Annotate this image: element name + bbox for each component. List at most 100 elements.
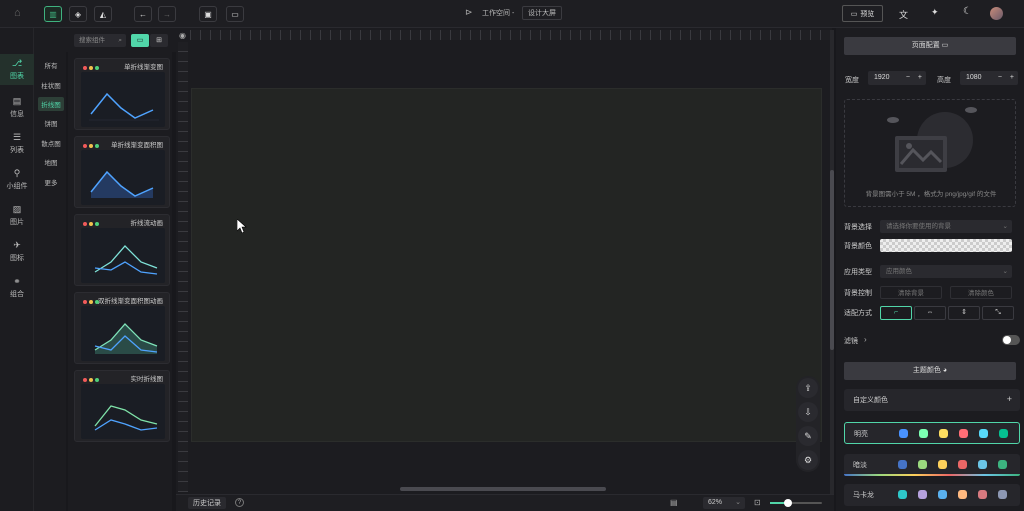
minimap-icon[interactable]: ▤ <box>670 498 678 507</box>
vertical-scrollbar[interactable] <box>830 30 834 510</box>
eye-icon[interactable]: ◉ <box>179 31 186 40</box>
plus-icon[interactable]: + <box>918 71 922 85</box>
fit-width-button[interactable]: ⇔ <box>914 306 946 320</box>
export-button[interactable]: ⇩ <box>798 402 818 422</box>
add-color-icon[interactable]: + <box>1007 394 1012 404</box>
bg-control-label: 背景控制 <box>844 290 872 297</box>
category-all[interactable]: 所有 <box>38 58 64 72</box>
component-card[interactable]: 折线流动画 <box>74 214 170 286</box>
card-title: 双折线渐变面积图动画 <box>98 298 163 305</box>
view-grid-button[interactable]: ⊞ <box>150 34 168 47</box>
view-single-button[interactable]: ▭ <box>131 34 149 47</box>
apply-type-select[interactable]: 应用颜色 ⌄ <box>880 265 1012 278</box>
component-card[interactable]: 双折线渐变面积图动画 <box>74 292 170 364</box>
zoom-slider-handle[interactable] <box>784 499 792 507</box>
component-card[interactable]: 实时折线图 <box>74 370 170 442</box>
filter-label[interactable]: 滤镜 <box>844 336 858 346</box>
sidebar-item-icons[interactable]: ✈ 图标 <box>0 240 34 263</box>
theme-color-tab[interactable]: 主题颜色 ◕ <box>844 362 1016 380</box>
layers-button[interactable]: ◈ <box>69 6 87 22</box>
width-input[interactable]: 1920 − + <box>868 71 926 85</box>
zoom-select[interactable]: 62% ⌄ <box>703 497 745 509</box>
fit-scale-button[interactable]: ⌐ <box>880 306 912 320</box>
breadcrumb-workspace[interactable]: 工作空间 - <box>482 8 514 18</box>
sidebar-item-images[interactable]: ▨ 图片 <box>0 204 34 227</box>
avatar[interactable] <box>990 7 1003 20</box>
fit-full-button[interactable]: ⤡ <box>982 306 1014 320</box>
clear-color-button[interactable]: 清除颜色 <box>950 286 1012 299</box>
moon-icon[interactable]: ☾ <box>963 6 972 17</box>
category-scatter[interactable]: 散点图 <box>38 136 64 150</box>
theme-macaron[interactable]: 马卡龙 <box>844 484 1020 506</box>
chevron-right-icon[interactable]: › <box>864 335 867 344</box>
gear-icon: ⚙ <box>803 454 813 465</box>
sidebar-item-label: 信息 <box>10 111 24 118</box>
minus-icon[interactable]: − <box>998 71 1002 85</box>
height-input[interactable]: 1080 − + <box>960 71 1018 85</box>
horizontal-scroll-thumb[interactable] <box>400 487 606 491</box>
bg-color-picker[interactable] <box>880 239 1012 252</box>
component-card[interactable]: 单折线渐变图 <box>74 58 170 130</box>
details-button[interactable]: ◭ <box>94 6 112 22</box>
custom-color-row[interactable]: 自定义颜色 + <box>844 389 1020 411</box>
background-upload[interactable]: 背景图需小于 5M ，格式为 png/jpg/gif 的文件 <box>844 99 1016 207</box>
import-button[interactable]: ⇪ <box>798 378 818 398</box>
chart-layer-button[interactable]: ▥ <box>44 6 62 22</box>
category-map[interactable]: 地图 <box>38 155 64 169</box>
redo-button[interactable]: → <box>158 6 176 22</box>
settings-panel: 页面配置 ▭ 宽度 1920 − + 高度 1080 − + 背景图需小于 5M… <box>836 28 1024 511</box>
bg-select[interactable]: 请选择你要使用的背景 ⌄ <box>880 220 1012 233</box>
sidebar-item-label: 列表 <box>10 147 24 154</box>
theme-bright[interactable]: 明亮 <box>844 422 1020 444</box>
sidebar-item-label: 图表 <box>10 73 24 80</box>
sidebar-item-info[interactable]: ▤ 信息 <box>0 96 34 119</box>
save-button[interactable]: ▣ <box>199 6 217 22</box>
screenshot-button[interactable]: ▭ <box>226 6 244 22</box>
sidebar-item-groups[interactable]: ⚭ 组合 <box>0 276 34 299</box>
translate-icon[interactable]: 文 <box>899 8 908 21</box>
undo-button[interactable]: ← <box>134 6 152 22</box>
component-card[interactable]: 单折线渐变面积图 <box>74 136 170 208</box>
magic-wand-icon[interactable]: ✦ <box>931 7 939 18</box>
category-bar[interactable]: 柱状图 <box>38 78 64 92</box>
chevron-down-icon: ⌄ <box>1002 223 1008 230</box>
category-more[interactable]: 更多 <box>38 175 64 189</box>
sidebar-item-charts[interactable]: ⎇ 图表 <box>0 54 34 85</box>
home-icon[interactable]: ⌂ <box>14 7 21 19</box>
upload-hint: 背景图需小于 5M ，格式为 png/jpg/gif 的文件 <box>865 191 997 198</box>
filter-toggle[interactable] <box>1002 335 1020 345</box>
card-view-icon: ▭ <box>136 37 144 44</box>
design-board[interactable] <box>191 88 822 442</box>
lock-icon[interactable]: ⊡ <box>754 498 761 507</box>
category-line[interactable]: 折线图 <box>38 97 64 111</box>
help-icon[interactable]: ? <box>235 498 244 507</box>
theme-dim[interactable]: 暗淡 <box>844 454 1020 476</box>
page-config-tab[interactable]: 页面配置 ▭ <box>844 37 1016 55</box>
sidebar-item-widgets[interactable]: ⚲ 小组件 <box>0 168 34 191</box>
window-dots <box>83 375 101 384</box>
arrow-left-icon: ← <box>139 9 147 19</box>
history-button[interactable]: 历史记录 <box>188 497 226 509</box>
window-dots <box>83 219 101 228</box>
color-swatch <box>899 429 908 438</box>
settings-button[interactable]: ⚙ <box>798 450 818 470</box>
edit-button[interactable]: ✎ <box>798 426 818 446</box>
clear-bg-button[interactable]: 清除背景 <box>880 286 942 299</box>
sidebar-item-list[interactable]: ☰ 列表 <box>0 132 34 155</box>
category-pie[interactable]: 饼图 <box>38 116 64 130</box>
width-label: 宽度 <box>845 77 859 84</box>
search-input[interactable]: 搜索组件 ⌕ <box>74 34 126 47</box>
vertical-scroll-thumb[interactable] <box>830 170 834 350</box>
chevron-down-icon: ⌄ <box>1002 268 1008 275</box>
zoom-slider[interactable] <box>770 499 822 507</box>
minus-icon[interactable]: − <box>906 71 910 85</box>
breadcrumb-project[interactable]: 设计大屏 <box>522 6 562 20</box>
component-type-nav: ⎇ 图表 ▤ 信息 ☰ 列表 ⚲ 小组件 ▨ 图片 ✈ 图标 ⚭ 组合 <box>0 28 34 511</box>
fit-height-button[interactable]: ⇕ <box>948 306 980 320</box>
grid-view-icon: ⊞ <box>156 37 162 44</box>
sidebar-item-label: 组合 <box>10 291 24 298</box>
plus-icon[interactable]: + <box>1010 71 1014 85</box>
color-swatch <box>999 429 1008 438</box>
preview-button[interactable]: ▭ 预览 <box>842 5 883 22</box>
card-title: 单折线渐变图 <box>124 64 163 71</box>
